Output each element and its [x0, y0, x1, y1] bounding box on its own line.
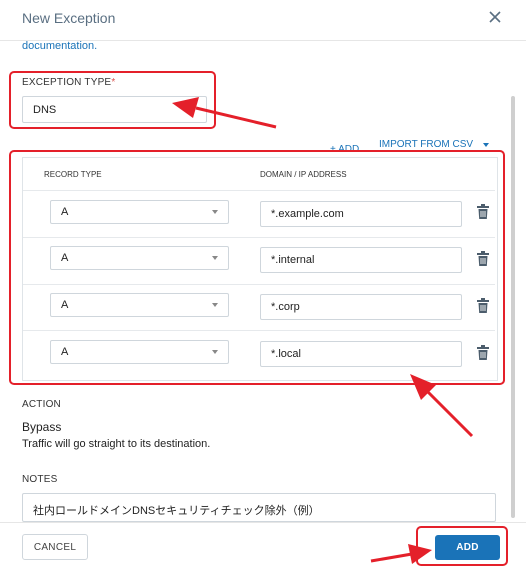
dialog-title: New Exception: [22, 10, 116, 26]
import-csv-link[interactable]: IMPORT FROM CSV: [379, 139, 490, 150]
notes-textarea[interactable]: 社内ロールドメインDNSセキュリティチェック除外（例）: [22, 493, 496, 522]
close-icon[interactable]: [486, 8, 504, 26]
scrollbar[interactable]: [511, 96, 515, 518]
action-label: ACTION: [22, 399, 61, 410]
action-value: Bypass: [22, 420, 62, 434]
annotation-box-records: [9, 150, 505, 385]
documentation-link[interactable]: documentation.: [22, 40, 97, 52]
annotation-box-exception-type: [9, 71, 216, 129]
notes-label: NOTES: [22, 474, 58, 485]
chevron-down-icon: [483, 142, 490, 147]
annotation-box-add: [416, 526, 508, 566]
action-description: Traffic will go straight to its destinat…: [22, 438, 211, 450]
cancel-button[interactable]: CANCEL: [22, 534, 88, 560]
